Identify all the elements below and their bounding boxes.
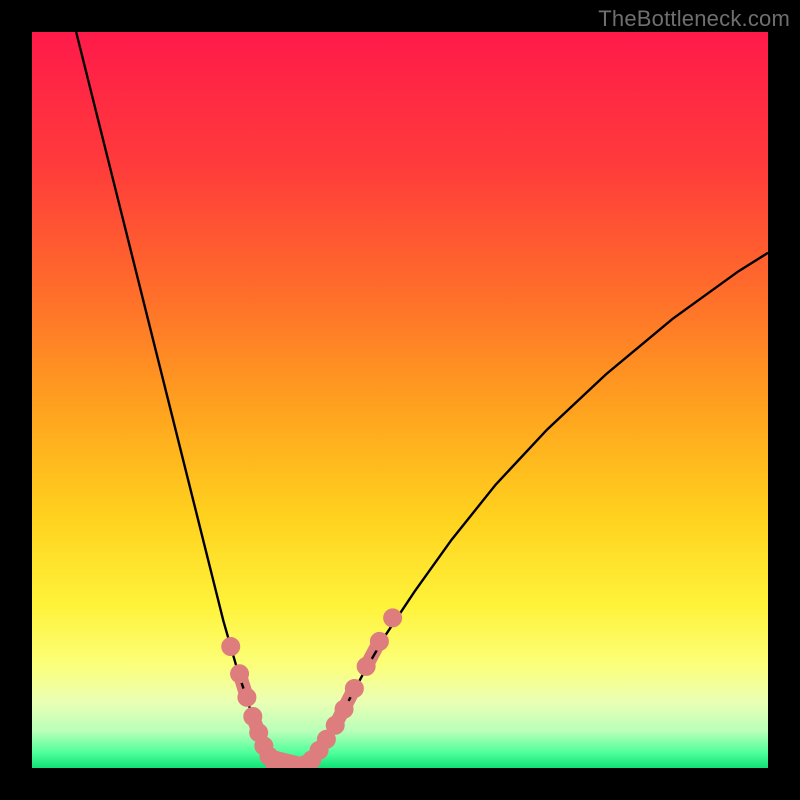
chart-stage: TheBottleneck.com (0, 0, 800, 800)
highlight-dot (384, 609, 402, 627)
highlight-dot (370, 632, 388, 650)
highlight-dot (244, 707, 262, 725)
highlight-dot (238, 688, 256, 706)
highlight-dot (326, 716, 344, 734)
watermark-text: TheBottleneck.com (598, 6, 790, 32)
highlight-dot (357, 657, 375, 675)
highlight-dot (231, 665, 249, 683)
curve-layer (32, 32, 768, 768)
highlight-dot (345, 680, 363, 698)
highlight-dot (222, 638, 240, 656)
highlight-dot (335, 700, 353, 718)
plot-area (32, 32, 768, 768)
highlight-dots (222, 609, 402, 768)
bottleneck-curve (76, 32, 768, 768)
